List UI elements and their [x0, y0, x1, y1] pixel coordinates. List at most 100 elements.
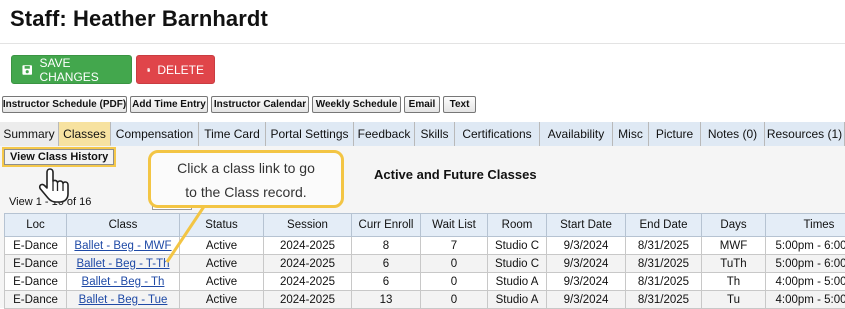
save-changes-button[interactable]: SAVE CHANGES: [11, 55, 132, 84]
column-header-times[interactable]: Times: [766, 214, 845, 237]
cell-curr-enroll: 13: [352, 291, 421, 309]
cell-times: 5:00pm - 6:00pm: [766, 255, 845, 273]
cell-start-date: 9/3/2024: [547, 255, 626, 273]
cell-times: 4:00pm - 5:00pm: [766, 291, 845, 309]
cell-start-date: 9/3/2024: [547, 237, 626, 255]
cell-session: 2024-2025: [264, 255, 352, 273]
tab-resources[interactable]: Resources (1): [765, 122, 845, 146]
cell-status: Active: [180, 291, 264, 309]
cell-wait-list: 0: [421, 273, 488, 291]
tab-feedback[interactable]: Feedback: [354, 122, 415, 146]
tab-compensation[interactable]: Compensation: [111, 122, 199, 146]
cell-loc: E-Dance: [5, 273, 67, 291]
cell-times: 5:00pm - 6:00pm: [766, 237, 845, 255]
tab-notes[interactable]: Notes (0): [701, 122, 765, 146]
cell-room: Studio A: [488, 291, 547, 309]
cell-loc: E-Dance: [5, 237, 67, 255]
column-header-room[interactable]: Room: [488, 214, 547, 237]
callout-line-1: Click a class link to go: [151, 156, 341, 180]
cell-curr-enroll: 8: [352, 237, 421, 255]
column-header-wait-list[interactable]: Wait List: [421, 214, 488, 237]
cell-status: Active: [180, 237, 264, 255]
cell-days: TuTh: [702, 255, 766, 273]
column-header-curr-enroll[interactable]: Curr Enroll: [352, 214, 421, 237]
cell-curr-enroll: 6: [352, 273, 421, 291]
tab-picture[interactable]: Picture: [649, 122, 701, 146]
hand-pointer-icon: [38, 167, 72, 207]
save-icon: [22, 64, 32, 76]
table-row: E-Dance Ballet - Beg - T-Th Active 2024-…: [5, 255, 845, 273]
cell-wait-list: 7: [421, 237, 488, 255]
tab-summary[interactable]: Summary: [0, 122, 59, 146]
column-header-start-date[interactable]: Start Date: [547, 214, 626, 237]
table-row: E-Dance Ballet - Beg - MWF Active 2024-2…: [5, 237, 845, 255]
cell-days: MWF: [702, 237, 766, 255]
column-header-end-date[interactable]: End Date: [626, 214, 702, 237]
cell-curr-enroll: 6: [352, 255, 421, 273]
tab-skills[interactable]: Skills: [415, 122, 455, 146]
class-link[interactable]: Ballet - Beg - T-Th: [76, 258, 169, 270]
cell-days: Th: [702, 273, 766, 291]
cell-status: Active: [180, 273, 264, 291]
tab-certifications[interactable]: Certifications: [455, 122, 540, 146]
staff-toolbar: Instructor Schedule (PDF) Add Time Entry…: [0, 96, 845, 116]
column-header-session[interactable]: Session: [264, 214, 352, 237]
cell-class: Ballet - Beg - Th: [67, 273, 180, 291]
tab-misc[interactable]: Misc: [613, 122, 649, 146]
cell-class: Ballet - Beg - T-Th: [67, 255, 180, 273]
staff-tabs: Summary Classes Compensation Time Card P…: [0, 122, 845, 146]
cell-start-date: 9/3/2024: [547, 273, 626, 291]
class-link[interactable]: Ballet - Beg - MWF: [74, 240, 171, 252]
delete-button[interactable]: DELETE: [136, 55, 215, 84]
instructor-calendar-button[interactable]: Instructor Calendar: [211, 96, 309, 113]
cell-room: Studio A: [488, 273, 547, 291]
cell-status: Active: [180, 255, 264, 273]
column-header-class[interactable]: Class: [67, 214, 180, 237]
save-changes-label: SAVE CHANGES: [39, 56, 121, 84]
table-row: E-Dance Ballet - Beg - Th Active 2024-20…: [5, 273, 845, 291]
cell-end-date: 8/31/2025: [626, 273, 702, 291]
cell-end-date: 8/31/2025: [626, 255, 702, 273]
page-title: Staff: Heather Barnhardt: [10, 6, 268, 32]
email-button[interactable]: Email: [404, 96, 440, 113]
table-header-row: Loc Class Status Session Curr Enroll Wai…: [5, 214, 845, 237]
title-divider: [0, 43, 845, 44]
section-title: Active and Future Classes: [374, 167, 537, 182]
cell-session: 2024-2025: [264, 273, 352, 291]
add-time-entry-button[interactable]: Add Time Entry: [130, 96, 208, 113]
column-header-days[interactable]: Days: [702, 214, 766, 237]
cell-loc: E-Dance: [5, 255, 67, 273]
instructor-schedule-pdf-button[interactable]: Instructor Schedule (PDF): [2, 96, 127, 113]
cell-days: Tu: [702, 291, 766, 309]
column-header-status[interactable]: Status: [180, 214, 264, 237]
table-row: E-Dance Ballet - Beg - Tue Active 2024-2…: [5, 291, 845, 309]
weekly-schedule-button[interactable]: Weekly Schedule: [312, 96, 401, 113]
cell-class: Ballet - Beg - MWF: [67, 237, 180, 255]
tab-portal-settings[interactable]: Portal Settings: [266, 122, 354, 146]
column-header-loc[interactable]: Loc: [5, 214, 67, 237]
cell-start-date: 9/3/2024: [547, 291, 626, 309]
view-class-history-button[interactable]: View Class History: [4, 149, 114, 165]
text-button[interactable]: Text: [443, 96, 476, 113]
trash-icon: [147, 64, 150, 76]
callout-line-2: to the Class record.: [151, 180, 341, 204]
tooltip-callout: Click a class link to go to the Class re…: [148, 150, 344, 208]
cell-end-date: 8/31/2025: [626, 237, 702, 255]
tab-time-card[interactable]: Time Card: [199, 122, 266, 146]
cell-session: 2024-2025: [264, 237, 352, 255]
cell-class: Ballet - Beg - Tue: [67, 291, 180, 309]
classes-table: Loc Class Status Session Curr Enroll Wai…: [4, 213, 845, 309]
cell-session: 2024-2025: [264, 291, 352, 309]
tab-classes[interactable]: Classes: [59, 122, 111, 146]
class-link[interactable]: Ballet - Beg - Th: [82, 276, 165, 288]
cell-loc: E-Dance: [5, 291, 67, 309]
cell-room: Studio C: [488, 237, 547, 255]
tab-availability[interactable]: Availability: [540, 122, 613, 146]
cell-times: 4:00pm - 5:00pm: [766, 273, 845, 291]
cell-wait-list: 0: [421, 291, 488, 309]
cell-wait-list: 0: [421, 255, 488, 273]
cell-room: Studio C: [488, 255, 547, 273]
class-link[interactable]: Ballet - Beg - Tue: [79, 294, 168, 306]
delete-label: DELETE: [157, 63, 204, 77]
cell-end-date: 8/31/2025: [626, 291, 702, 309]
